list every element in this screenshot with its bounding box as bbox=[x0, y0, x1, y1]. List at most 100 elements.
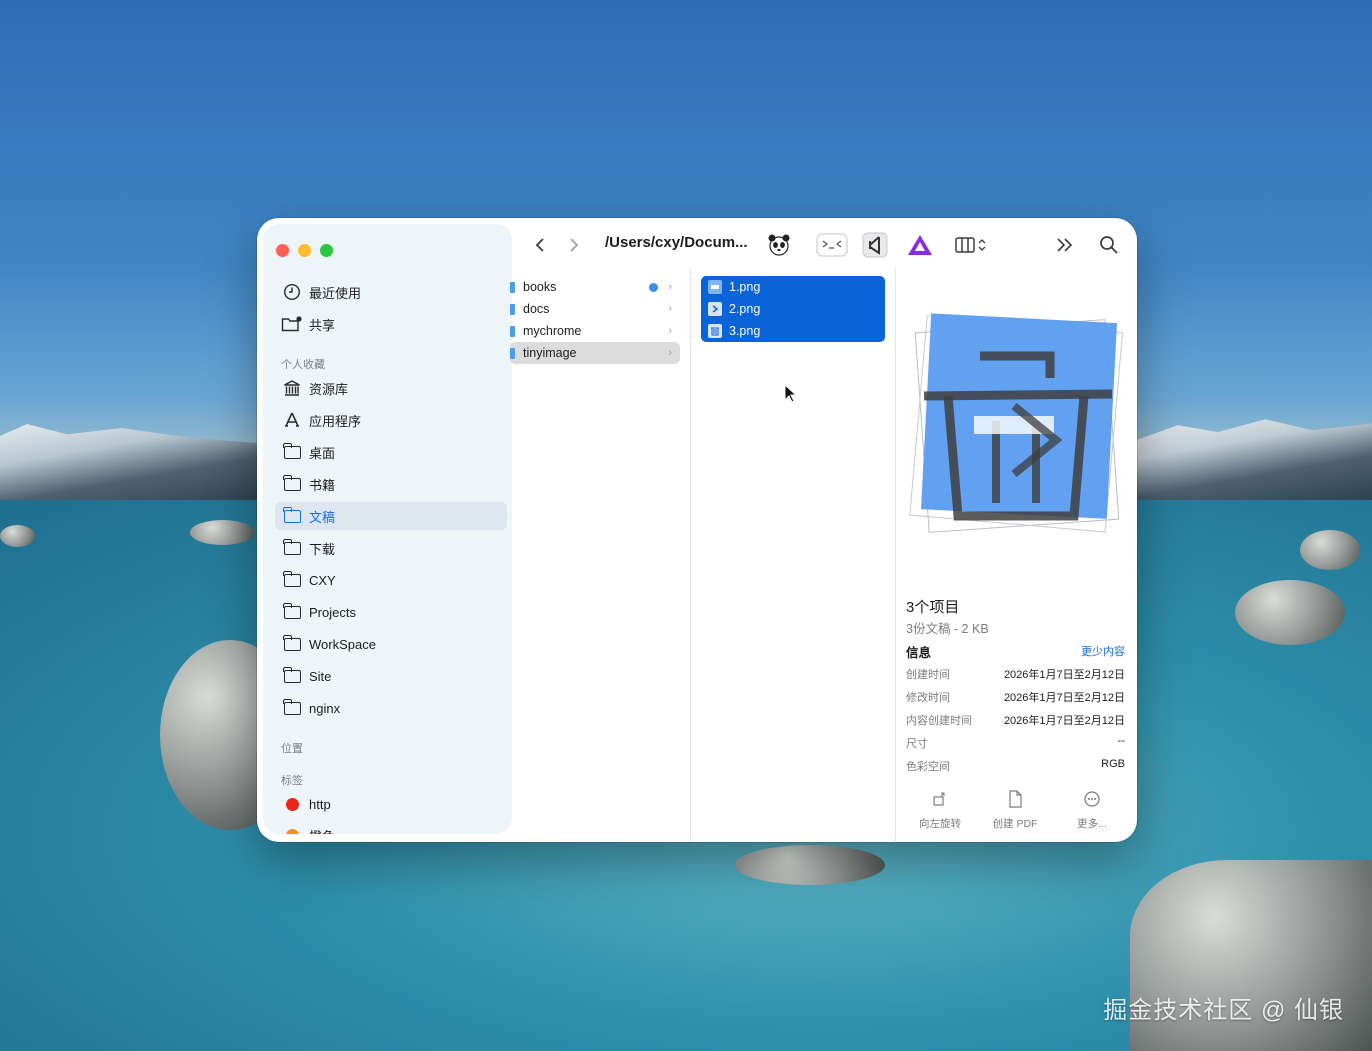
sidebar-item-label: CXY bbox=[309, 572, 336, 588]
library-icon bbox=[281, 379, 303, 397]
view-options-button[interactable] bbox=[953, 232, 991, 258]
finder-window: 最近使用 共享 个人收藏 资源库 应用程序 桌面 书籍 文稿 下载 CXY Pr… bbox=[257, 218, 1137, 842]
more-icon bbox=[1057, 788, 1127, 810]
folder-icon bbox=[281, 634, 303, 653]
shared-folder-icon bbox=[281, 315, 303, 333]
sidebar-item-workspace[interactable]: WorkSpace bbox=[281, 630, 511, 658]
info-row: 内容创建时间 2026年1月7日至2月12日 bbox=[906, 712, 1125, 728]
tag-dot-icon bbox=[281, 795, 303, 813]
info-value: RGB bbox=[1101, 758, 1125, 770]
info-key: 尺寸 bbox=[906, 738, 928, 750]
sidebar-item-label: 书籍 bbox=[309, 477, 336, 493]
sync-status-icon bbox=[649, 282, 658, 292]
sidebar-item-applications[interactable]: 应用程序 bbox=[281, 406, 511, 434]
vscode-button[interactable] bbox=[861, 232, 889, 258]
minimize-button[interactable] bbox=[298, 244, 311, 257]
desktop-rock bbox=[1300, 530, 1360, 570]
panda-app-button[interactable] bbox=[765, 232, 793, 258]
affinity-icon bbox=[908, 235, 932, 255]
info-value: 2026年1月7日至2月12日 bbox=[1003, 692, 1125, 704]
file-name: 3.png bbox=[729, 324, 761, 338]
list-item[interactable]: books › bbox=[510, 276, 680, 298]
chevron-right-icon: › bbox=[668, 303, 672, 315]
chevron-right-icon bbox=[570, 238, 579, 252]
search-button[interactable] bbox=[1097, 232, 1121, 258]
sidebar-item-label: Site bbox=[309, 668, 332, 684]
info-key: 创建时间 bbox=[906, 669, 950, 681]
sidebar-item-shared[interactable]: 共享 bbox=[281, 310, 511, 338]
desktop-rock bbox=[1235, 580, 1345, 645]
list-item-label: docs bbox=[523, 302, 550, 316]
info-row: 尺寸 -- bbox=[906, 735, 1125, 751]
sidebar-item-label: http bbox=[309, 796, 331, 812]
sidebar-item-label: nginx bbox=[309, 700, 341, 716]
sidebar-item-label: 下载 bbox=[309, 541, 336, 557]
sidebar-item-recents[interactable]: 最近使用 bbox=[281, 278, 511, 306]
watermark: 掘金技术社区 @ 仙银 bbox=[1103, 997, 1344, 1024]
trash-doc-icon bbox=[708, 324, 722, 338]
info-title: 3个项目 bbox=[906, 599, 960, 616]
sidebar-item-documents[interactable]: 文稿 bbox=[275, 502, 507, 530]
desktop-rock bbox=[735, 845, 885, 885]
sidebar-item-desktop[interactable]: 桌面 bbox=[281, 438, 511, 466]
more-toolbar-button[interactable] bbox=[1053, 232, 1077, 258]
affinity-button[interactable] bbox=[905, 232, 935, 258]
file-row[interactable]: 2.png bbox=[701, 298, 885, 320]
folder-icon bbox=[281, 602, 303, 621]
list-item[interactable]: mychrome › bbox=[510, 320, 680, 342]
sidebar-item-label: 应用程序 bbox=[309, 413, 362, 429]
info-heading: 信息 bbox=[906, 646, 932, 660]
info-key: 修改时间 bbox=[906, 692, 950, 704]
folder-icon bbox=[281, 570, 303, 589]
sidebar-item-books[interactable]: 书籍 bbox=[281, 470, 511, 498]
image-doc-icon bbox=[708, 280, 722, 294]
sidebar-item-label: 文稿 bbox=[309, 509, 336, 525]
info-value: 2026年1月7日至2月12日 bbox=[1003, 715, 1125, 727]
chevron-right-icon: › bbox=[668, 281, 672, 293]
list-item[interactable]: docs › bbox=[510, 298, 680, 320]
list-item-selected[interactable]: tinyimage › bbox=[510, 342, 680, 364]
show-less-link[interactable]: 更少内容 bbox=[1081, 643, 1125, 659]
create-pdf-button[interactable]: 创建 PDF bbox=[980, 788, 1050, 831]
terminal-button[interactable] bbox=[815, 232, 849, 258]
folder-icon bbox=[281, 474, 303, 493]
file-row[interactable]: 1.png bbox=[701, 276, 885, 298]
folder-icon bbox=[281, 666, 303, 685]
desktop-rock bbox=[0, 525, 35, 547]
preview-thumbnail bbox=[902, 276, 1134, 561]
mouse-cursor-icon bbox=[784, 384, 798, 403]
rotate-left-button[interactable]: 向左旋转 bbox=[905, 788, 975, 831]
sidebar-item-label: 共享 bbox=[309, 317, 336, 333]
sidebar-item-label: Projects bbox=[309, 604, 356, 620]
sidebar-item-projects[interactable]: Projects bbox=[281, 598, 511, 626]
desktop-mountain-left bbox=[0, 424, 270, 500]
favorites-header: 个人收藏 bbox=[281, 359, 325, 371]
apps-icon bbox=[281, 411, 303, 429]
folder-icon bbox=[281, 442, 303, 461]
info-key: 内容创建时间 bbox=[906, 715, 972, 727]
zoom-button[interactable] bbox=[320, 244, 333, 257]
create-pdf-icon bbox=[980, 788, 1050, 810]
desktop-mountain-right bbox=[1135, 419, 1372, 500]
column-divider[interactable] bbox=[895, 268, 896, 842]
sidebar-item-nginx[interactable]: nginx bbox=[281, 694, 511, 722]
double-chevron-right-icon bbox=[1057, 238, 1073, 252]
sidebar-item-cxy[interactable]: CXY bbox=[281, 566, 511, 594]
tags-header: 标签 bbox=[281, 775, 303, 787]
file-row[interactable]: 3.png bbox=[701, 320, 885, 342]
back-button[interactable] bbox=[531, 232, 549, 258]
more-actions-button[interactable]: 更多... bbox=[1057, 788, 1127, 831]
terminal-icon bbox=[816, 233, 848, 257]
forward-button[interactable] bbox=[565, 232, 583, 258]
column-divider[interactable] bbox=[690, 268, 691, 842]
clock-icon bbox=[281, 283, 303, 301]
sidebar-item-downloads[interactable]: 下载 bbox=[281, 534, 511, 562]
folder-icon bbox=[281, 506, 303, 525]
folder-icon bbox=[510, 347, 515, 359]
sidebar-tag-orange[interactable]: 橙色 bbox=[281, 821, 511, 834]
panda-icon bbox=[768, 234, 790, 256]
close-button[interactable] bbox=[276, 244, 289, 257]
sidebar-item-site[interactable]: Site bbox=[281, 662, 511, 690]
sidebar-item-library[interactable]: 资源库 bbox=[281, 374, 511, 402]
sidebar-tag-http[interactable]: http bbox=[281, 790, 511, 818]
